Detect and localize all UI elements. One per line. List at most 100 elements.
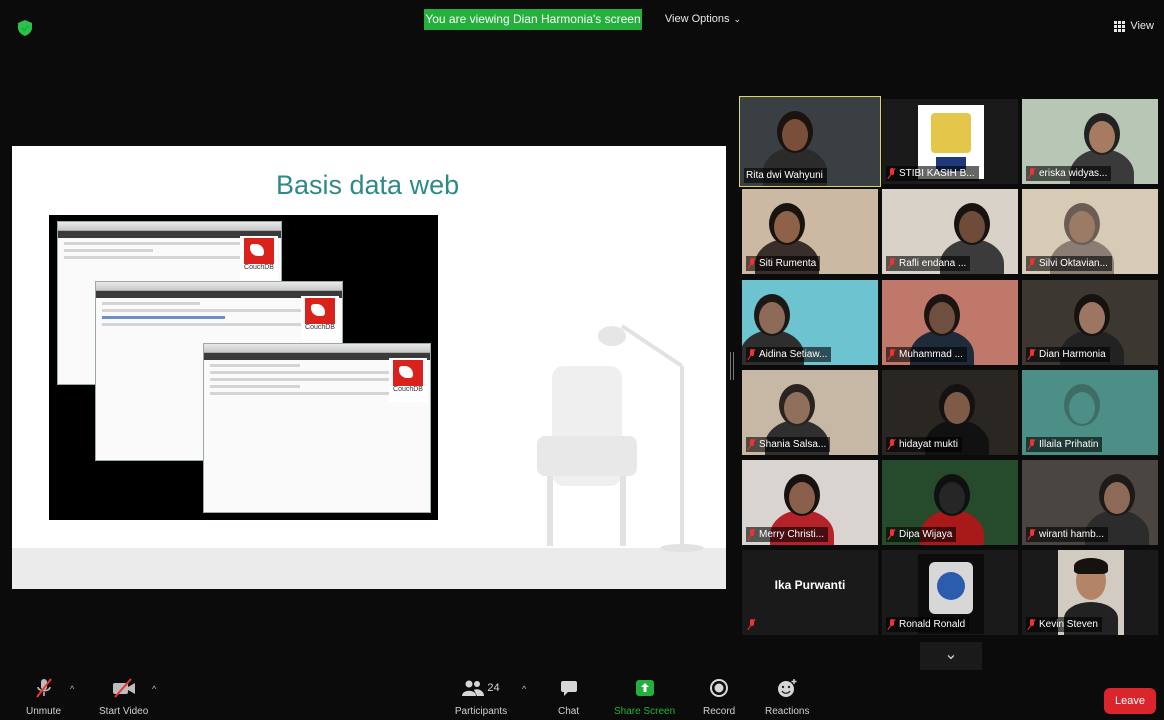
participant-name: STIBI KASIH B... <box>899 168 975 179</box>
share-screen-label: Share Screen <box>614 706 676 717</box>
reactions-label: Reactions <box>765 706 810 717</box>
participant-name-tag: Ronald Ronald <box>886 617 970 632</box>
start-video-label: Start Video <box>99 706 149 717</box>
participant-name-tag: Illaila Prihatin <box>1026 437 1103 452</box>
view-label: View <box>1130 20 1154 32</box>
participant-video <box>742 550 878 635</box>
muted-mic-icon <box>888 349 896 360</box>
participant-name-tag: Siti Rumenta <box>746 256 821 271</box>
participants-options-caret-icon[interactable]: ^ <box>522 684 526 694</box>
participants-count: 24 <box>487 682 500 694</box>
muted-mic-icon <box>748 349 756 360</box>
participant-name: Dipa Wijaya <box>899 529 953 540</box>
participant-tile[interactable]: eriska widyas... <box>1022 99 1158 184</box>
participant-tile[interactable]: Illaila Prihatin <box>1022 370 1158 455</box>
couchdb-logo: CouchDB <box>240 236 278 280</box>
share-screen-button[interactable]: Share Screen <box>614 676 675 717</box>
participant-tile[interactable]: Dipa Wijaya <box>882 460 1018 545</box>
video-off-icon <box>112 678 135 698</box>
chat-bubble-icon <box>560 681 577 696</box>
participant-tile[interactable]: Aidina Setiaw... <box>742 280 878 365</box>
participant-name-tag: Silvi Oktavian... <box>1026 256 1112 271</box>
reactions-button[interactable]: Reactions <box>765 676 809 717</box>
participant-name: Dian Harmonia <box>1039 349 1106 360</box>
record-icon <box>710 679 729 697</box>
participant-name-tag: STIBI KASIH B... <box>886 166 979 181</box>
muted-mic-icon <box>1028 439 1036 450</box>
participant-name: wiranti hamb... <box>1039 529 1105 540</box>
panel-resize-handle[interactable] <box>730 352 734 380</box>
participant-tile[interactable]: Siti Rumenta <box>742 189 878 274</box>
muted-mic-icon <box>888 439 896 450</box>
muted-mic-icon <box>748 439 756 450</box>
security-shield-icon[interactable] <box>18 20 32 36</box>
participant-name: Rafli endana ... <box>899 258 967 269</box>
couchdb-screenshot-image: CouchDB CouchDB CouchDB <box>49 215 438 520</box>
muted-mic-icon <box>748 619 756 630</box>
video-options-caret-icon[interactable]: ^ <box>152 684 156 694</box>
leave-button[interactable]: Leave <box>1104 688 1156 714</box>
muted-mic-icon <box>35 678 52 698</box>
participant-name: Kevin Steven <box>1039 619 1098 630</box>
share-screen-icon <box>635 680 654 696</box>
muted-mic-icon <box>1028 529 1036 540</box>
meeting-toolbar: Unmute ^ Start Video ^ 24 Participants ^ <box>0 676 1164 720</box>
participant-name-tag: Dipa Wijaya <box>886 527 957 542</box>
chevron-down-icon: ⌄ <box>944 646 958 663</box>
participant-tile[interactable]: Ika Purwanti <box>742 550 878 635</box>
participant-tile[interactable]: Dian Harmonia <box>1022 280 1158 365</box>
participant-name: Ronald Ronald <box>899 619 966 630</box>
muted-mic-icon <box>748 258 756 269</box>
participant-name-tag: Rita dwi Wahyuni <box>744 168 827 183</box>
muted-mic-icon <box>888 258 896 269</box>
participant-name: Siti Rumenta <box>759 258 817 269</box>
participant-tile[interactable]: hidayat mukti <box>882 370 1018 455</box>
couchdb-logo: CouchDB <box>389 358 427 402</box>
gallery-next-page-button[interactable]: ⌄ <box>920 642 982 670</box>
couchdb-logo: CouchDB <box>301 296 339 340</box>
participant-name-tag: Kevin Steven <box>1026 617 1102 632</box>
participant-name: hidayat mukti <box>899 439 958 450</box>
muted-mic-icon <box>888 619 896 630</box>
participant-name-tag: Aidina Setiaw... <box>746 347 832 362</box>
participants-button[interactable]: 24 Participants <box>454 676 508 717</box>
emoji-plus-icon <box>778 679 797 697</box>
viewing-screen-banner: You are viewing Dian Harmonia's screen <box>424 9 642 30</box>
muted-mic-icon <box>1028 258 1036 269</box>
audio-options-caret-icon[interactable]: ^ <box>70 684 74 694</box>
view-options-label: View Options <box>664 13 730 25</box>
muted-mic-icon <box>748 529 756 540</box>
unmute-button[interactable]: Unmute <box>26 676 61 717</box>
armchair-lamp-illustration <box>537 324 704 552</box>
slide-title: Basis data web <box>276 170 460 200</box>
participant-tile[interactable]: Rita dwi Wahyuni <box>739 96 881 187</box>
muted-mic-icon <box>1028 168 1036 179</box>
participant-tile[interactable]: Rafli endana ... <box>882 189 1018 274</box>
chevron-down-icon: ⌄ <box>733 14 742 24</box>
participant-tile[interactable]: Silvi Oktavian... <box>1022 189 1158 274</box>
participant-name-tag: Rafli endana ... <box>886 256 971 271</box>
muted-mic-icon <box>1028 349 1036 360</box>
chat-button[interactable]: Chat <box>558 676 579 717</box>
record-button[interactable]: Record <box>703 676 735 717</box>
participant-name: eriska widyas... <box>1039 168 1108 179</box>
unmute-label: Unmute <box>26 706 62 717</box>
participant-tile[interactable]: wiranti hamb... <box>1022 460 1158 545</box>
participant-name: Illaila Prihatin <box>1039 439 1099 450</box>
participant-name: Muhammad ... <box>899 349 963 360</box>
participant-name-tag: Shania Salsa... <box>746 437 831 452</box>
muted-mic-icon <box>1028 619 1036 630</box>
participant-tile[interactable]: STIBI KASIH B... <box>882 99 1018 184</box>
view-layout-button[interactable]: View <box>1114 20 1154 32</box>
participant-name: Aidina Setiaw... <box>759 349 828 360</box>
participant-tile[interactable]: Muhammad ... <box>882 280 1018 365</box>
participant-tile[interactable]: Kevin Steven <box>1022 550 1158 635</box>
record-label: Record <box>703 706 736 717</box>
participant-name-tag: Merry Christi... <box>746 527 828 542</box>
participant-tile[interactable]: Ronald Ronald <box>882 550 1018 635</box>
participant-name-tag: hidayat mukti <box>886 437 962 452</box>
view-options-button[interactable]: View Options ⌄ <box>658 9 748 30</box>
participant-tile[interactable]: Shania Salsa... <box>742 370 878 455</box>
participant-tile[interactable]: Merry Christi... <box>742 460 878 545</box>
start-video-button[interactable]: Start Video <box>99 676 148 717</box>
